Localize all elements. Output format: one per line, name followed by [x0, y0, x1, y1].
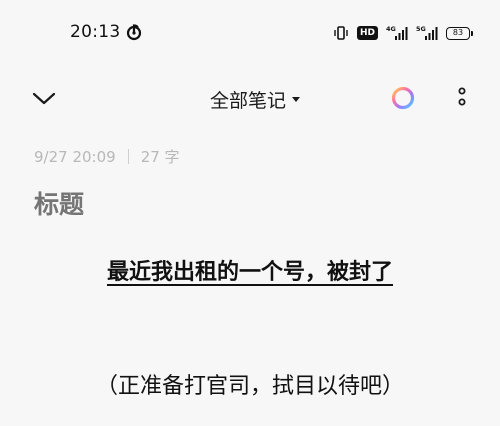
- note-date: 9/27 20:09: [34, 147, 116, 166]
- note-char-count: 27 字: [140, 148, 180, 166]
- net-label-5g: 5G: [416, 25, 426, 33]
- folder-selector[interactable]: 全部笔记: [210, 86, 301, 112]
- note-meta: 9/27 20:09 27 字: [34, 146, 180, 167]
- signal-5g-icon: 5G: [416, 25, 438, 40]
- meta-divider: [127, 149, 129, 164]
- status-icons: HD 4G 5G 83: [333, 23, 473, 43]
- collapse-chevron-icon[interactable]: [28, 86, 60, 110]
- status-bar: 20:13 HD 4G 5G 83: [0, 0, 500, 66]
- battery-level: 83: [452, 28, 464, 37]
- note-toolbar: 全部笔记: [0, 66, 500, 130]
- color-palette-icon[interactable]: [390, 85, 416, 111]
- netease-music-icon: [126, 24, 142, 41]
- more-options-icon[interactable]: [452, 86, 472, 112]
- note-body-line[interactable]: 最近我出租的一个号，被封了: [0, 254, 500, 286]
- hd-voice-badge: HD: [356, 26, 378, 40]
- vibrate-icon: [334, 26, 348, 40]
- folder-label: 全部笔记: [210, 89, 287, 112]
- note-title-input[interactable]: [34, 186, 464, 222]
- caret-down-icon: [292, 96, 301, 102]
- note-body-line[interactable]: （正准备打官司，拭目以待吧）: [0, 368, 500, 400]
- status-time: 20:13: [70, 22, 121, 42]
- signal-4g-icon: 4G: [386, 25, 408, 40]
- net-label-4g: 4G: [386, 25, 396, 33]
- battery-icon: 83: [446, 26, 473, 40]
